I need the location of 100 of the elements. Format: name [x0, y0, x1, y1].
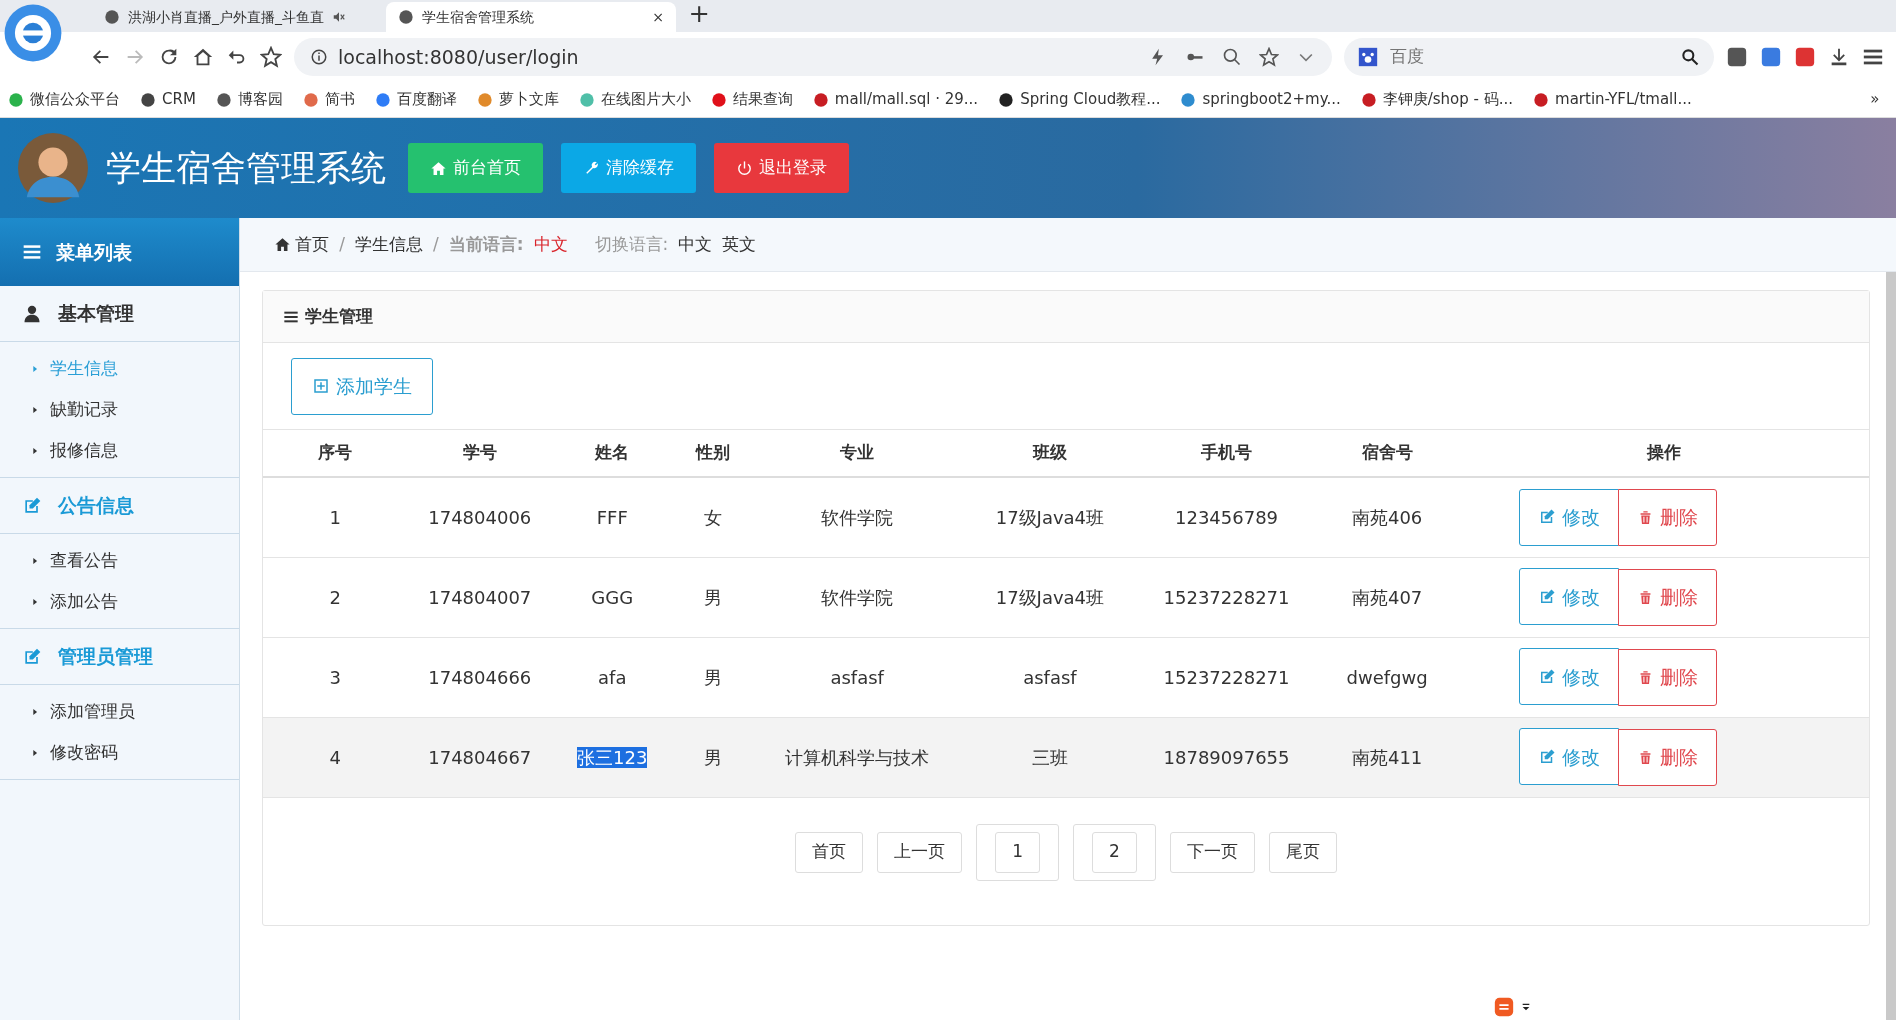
table-cell: 15237228271: [1163, 586, 1290, 608]
bookmark[interactable]: 在线图片大小: [578, 88, 691, 111]
edit-icon: [1538, 587, 1557, 606]
table-cell: 17级Java4班: [995, 506, 1105, 528]
table-cell: asfasf: [1023, 666, 1077, 688]
sidebar-item[interactable]: 添加管理员: [0, 691, 239, 732]
scrollbar[interactable]: [1886, 272, 1896, 1020]
table-cell: 1: [329, 506, 341, 528]
column-header: 学号: [407, 430, 553, 477]
breadcrumb-link[interactable]: 学生信息: [355, 231, 423, 258]
sidebar-item[interactable]: 修改密码: [0, 732, 239, 773]
page-button[interactable]: 下一页: [1169, 831, 1255, 873]
column-header: 宿舍号: [1314, 430, 1460, 477]
bookmark[interactable]: Spring Cloud教程...: [998, 88, 1161, 111]
column-header: 手机号: [1138, 430, 1315, 477]
table-cell: 男: [703, 666, 722, 688]
language-link[interactable]: 中文: [678, 231, 713, 258]
paw-icon: [1358, 47, 1378, 67]
page-button[interactable]: 尾页: [1268, 831, 1337, 873]
search-bar[interactable]: 百度: [1344, 38, 1714, 76]
browser-tab[interactable]: 洪湖小肖直播_户外直播_斗鱼直: [92, 2, 382, 32]
table-cell: GGG: [591, 586, 634, 608]
zoom-icon: [1222, 47, 1242, 67]
breadcrumb-separator: /: [433, 232, 439, 256]
table-cell: 123456789: [1175, 506, 1279, 528]
breadcrumb-link[interactable]: 首页: [274, 231, 330, 258]
header-button[interactable]: 退出登录: [714, 143, 849, 193]
breadcrumb-separator: /: [339, 232, 345, 256]
table-cell: 15237228271: [1163, 666, 1290, 688]
edit-icon: [1538, 508, 1557, 526]
browser-tab[interactable]: 学生宿舍管理系统 ×: [386, 2, 676, 32]
delete-button[interactable]: 删除: [1618, 728, 1718, 786]
table-cell: 男: [703, 746, 722, 768]
language-link[interactable]: 英文: [722, 231, 757, 258]
table-cell: 南苑406: [1351, 506, 1423, 528]
bookmark[interactable]: martin-YFL/tmall...: [1533, 88, 1692, 111]
bookmark[interactable]: springboot2+my...: [1180, 88, 1341, 111]
menu-icon: [22, 242, 42, 262]
table-cell: 3: [329, 666, 341, 688]
sidebar-item[interactable]: 查看公告: [0, 540, 239, 581]
table-cell: 174804007: [428, 586, 532, 608]
user-icon: [22, 303, 42, 324]
table-cell: 174804666: [428, 666, 532, 688]
table-cell: 软件学院: [821, 586, 894, 608]
delete-button[interactable]: 删除: [1618, 489, 1718, 546]
star-icon[interactable]: [260, 46, 282, 68]
table-cell: 软件学院: [821, 506, 894, 528]
table-cell: 南苑407: [1351, 586, 1423, 608]
column-header: 姓名: [552, 430, 673, 477]
delete-button[interactable]: 删除: [1618, 568, 1718, 626]
search-icon: [1680, 47, 1700, 67]
table-cell: 南苑411: [1351, 746, 1423, 768]
edit-icon: [22, 495, 42, 516]
bookmark[interactable]: 博客园: [215, 88, 283, 111]
bookmark[interactable]: 百度翻译: [374, 88, 457, 111]
bookmark[interactable]: 微信公众平台: [8, 88, 120, 111]
column-header: 专业: [752, 430, 962, 477]
home-icon[interactable]: [192, 46, 214, 68]
bookmark[interactable]: 李钾庚/shop - 码...: [1360, 88, 1514, 111]
table-cell: 18789097655: [1163, 746, 1290, 768]
new-tab-button[interactable]: +: [688, 0, 710, 32]
dropdown-icon: [1521, 1001, 1531, 1013]
bookmark[interactable]: 萝卜文库: [476, 88, 559, 111]
table-cell: asfasf: [830, 666, 884, 688]
page-button[interactable]: 2: [1092, 831, 1137, 873]
bookmark[interactable]: mall/mall.sql · 29...: [812, 88, 979, 111]
switch-language-label: 切换语言:: [594, 232, 669, 256]
page-button[interactable]: 上一页: [877, 831, 963, 873]
page-button[interactable]: 1: [995, 831, 1040, 873]
close-icon[interactable]: ×: [652, 6, 664, 28]
table-cell: dwefgwg: [1346, 666, 1428, 688]
panel-title: 学生管理: [305, 304, 373, 328]
table-cell: 174804667: [428, 746, 532, 768]
home-icon: [274, 236, 291, 253]
edit-icon: [1538, 747, 1557, 766]
edit-icon: [22, 646, 42, 667]
sidebar-section[interactable]: 基本管理: [0, 286, 239, 342]
search-field[interactable]: 百度: [1388, 43, 1670, 71]
language-label: 当前语言:: [448, 232, 524, 256]
bookmark[interactable]: 结果查询: [710, 88, 793, 111]
table-cell: FFF: [596, 506, 628, 528]
table-cell: 174804006: [428, 506, 532, 528]
table-cell: 4: [329, 746, 341, 768]
column-header: 性别: [672, 430, 753, 477]
column-header: 班级: [961, 430, 1139, 477]
sidebar-item[interactable]: 添加公告: [0, 581, 239, 622]
sidebar-item[interactable]: 报修信息: [0, 430, 239, 471]
bookmark[interactable]: 简书: [302, 88, 355, 111]
delete-button[interactable]: 删除: [1618, 648, 1718, 706]
table-cell: afa: [598, 666, 627, 688]
table-cell: 张三123: [577, 746, 648, 768]
edit-icon: [1538, 667, 1557, 686]
sidebar-item[interactable]: 缺勤记录: [0, 389, 239, 430]
column-header: 序号: [263, 430, 408, 477]
page-button[interactable]: 首页: [795, 831, 864, 873]
bookmark[interactable]: CRM: [140, 88, 196, 111]
sidebar-title: 菜单列表: [0, 218, 239, 286]
more-bookmarks-button[interactable]: »: [1870, 88, 1888, 111]
table-cell: 女: [703, 506, 722, 528]
address-bar[interactable]: localhost:8080/user/login: [294, 38, 1332, 76]
